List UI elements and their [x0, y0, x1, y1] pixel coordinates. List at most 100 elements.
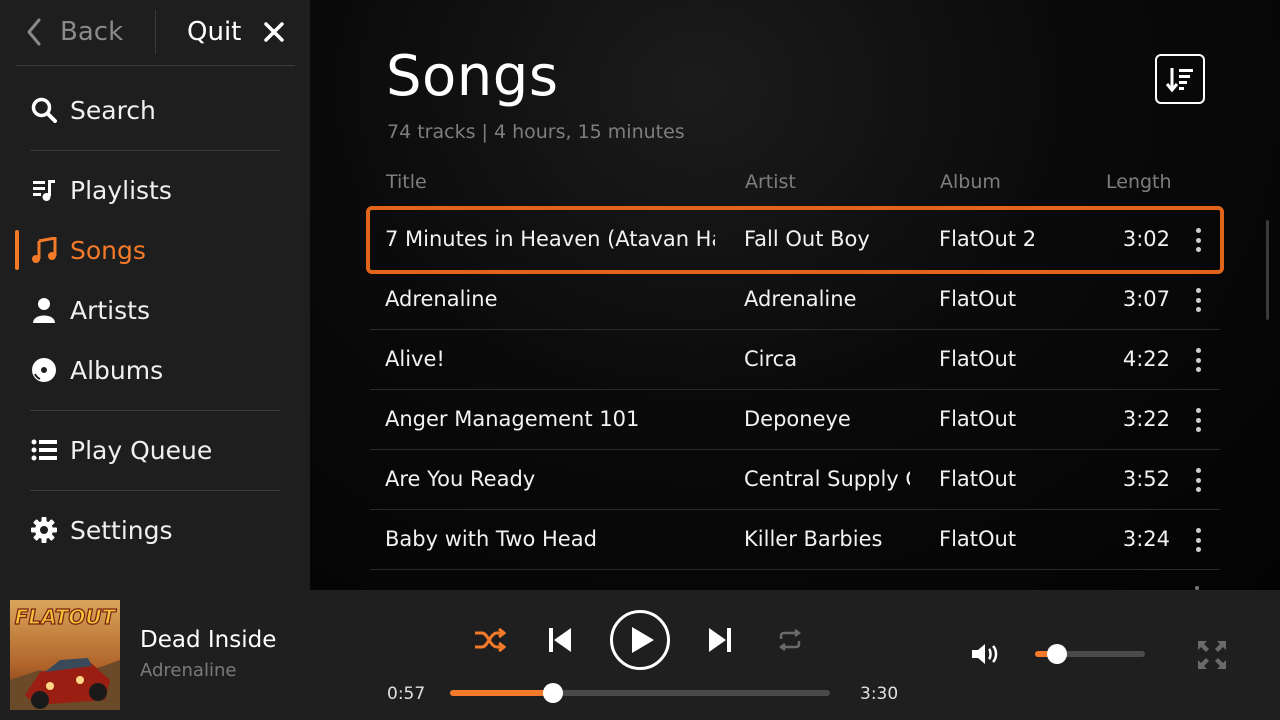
song-artist: Adrenaline — [744, 287, 857, 311]
back-label: Back — [60, 17, 124, 47]
now-playing-title: Dead Inside — [140, 627, 277, 653]
song-artist: Deponeye — [744, 407, 851, 431]
nav-label-songs: Songs — [70, 235, 146, 265]
seek-bar-fill — [450, 690, 553, 696]
songs-panel: Songs 74 tracks | 4 hours, 15 minutes Ti… — [310, 0, 1280, 590]
player-bar: FLATOUT Dead Inside Adrenaline 0:57 3:30 — [0, 590, 1280, 720]
nav-item-playlists[interactable]: Playlists — [0, 162, 310, 218]
sort-button[interactable] — [1155, 54, 1205, 104]
expand-icon — [1198, 641, 1226, 669]
column-header-length[interactable]: Length — [1106, 171, 1172, 193]
song-title: Anger Management 101 — [385, 407, 640, 431]
table-row[interactable]: 7 Minutes in Heaven (Atavan Halen) Fall … — [366, 206, 1224, 274]
table-row[interactable]: Baby with Two Head Killer Barbies FlatOu… — [370, 510, 1220, 570]
repeat-icon — [778, 629, 802, 651]
seek-bar-thumb[interactable] — [543, 683, 563, 703]
playlist-icon — [30, 176, 58, 204]
skip-next-icon — [709, 628, 731, 652]
nav-item-artists[interactable]: Artists — [0, 282, 310, 338]
total-time: 3:30 — [860, 684, 899, 704]
volume-icon — [972, 644, 998, 664]
nav-item-settings[interactable]: Settings — [0, 502, 310, 558]
more-options-icon[interactable] — [1195, 288, 1201, 312]
gear-icon — [30, 516, 58, 544]
song-album: FlatOut — [939, 347, 1017, 371]
column-header-title[interactable]: Title — [386, 171, 427, 193]
shuffle-button[interactable] — [472, 624, 508, 656]
quit-button[interactable]: Quit — [187, 0, 285, 64]
next-button[interactable] — [705, 624, 735, 656]
more-options-icon[interactable] — [1195, 468, 1201, 492]
volume-slider-thumb[interactable] — [1047, 644, 1067, 664]
close-icon — [264, 22, 285, 42]
song-album: FlatOut — [939, 467, 1017, 491]
column-header-artist[interactable]: Artist — [745, 171, 796, 193]
play-button[interactable] — [610, 610, 670, 670]
song-title: Baby with Two Head — [385, 527, 597, 551]
table-row[interactable]: Adrenaline Adrenaline FlatOut 3:07 — [370, 270, 1220, 330]
nav-label-play-queue: Play Queue — [70, 435, 213, 465]
more-options-icon[interactable] — [1195, 228, 1201, 252]
song-length: 3:52 — [1122, 467, 1170, 491]
song-length: 3:02 — [1122, 227, 1170, 251]
search-icon — [30, 96, 58, 124]
seek-bar[interactable] — [450, 683, 830, 703]
nav-label-search: Search — [70, 95, 156, 125]
elapsed-time: 0:57 — [387, 684, 426, 704]
table-row[interactable]: Alive! Circa FlatOut 4:22 — [370, 330, 1220, 390]
sidebar-topbar: Back Quit — [16, 0, 295, 66]
song-length: 3:07 — [1122, 287, 1170, 311]
album-art-logo: FLATOUT — [15, 605, 117, 629]
page-subtitle: 74 tracks | 4 hours, 15 minutes — [387, 121, 685, 143]
more-options-icon[interactable] — [1195, 348, 1201, 372]
more-options-icon[interactable] — [1195, 528, 1201, 552]
nav-divider — [30, 150, 280, 151]
volume-slider[interactable] — [1035, 644, 1145, 664]
more-options-icon[interactable] — [1195, 408, 1201, 432]
nav-label-albums: Albums — [70, 355, 164, 385]
song-title: Alive! — [385, 347, 445, 371]
nav-label-artists: Artists — [70, 295, 150, 325]
quit-label: Quit — [187, 17, 242, 47]
nav-item-songs[interactable]: Songs — [0, 222, 310, 278]
nav-divider — [30, 410, 280, 411]
song-artist: Killer Barbies — [744, 527, 883, 551]
volume-button[interactable] — [968, 638, 1004, 670]
page-title: Songs — [386, 44, 559, 109]
fullscreen-button[interactable] — [1195, 638, 1229, 672]
song-length: 4:22 — [1122, 347, 1170, 371]
back-button[interactable]: Back — [26, 0, 123, 64]
chevron-left-icon — [27, 18, 41, 46]
skip-previous-icon — [549, 628, 571, 652]
song-title: Are You Ready — [385, 467, 536, 491]
nav-divider — [30, 490, 280, 491]
shuffle-icon — [475, 628, 506, 652]
song-artist: Circa — [744, 347, 798, 371]
song-album: FlatOut 2 — [939, 227, 1037, 251]
now-playing-artist: Adrenaline — [140, 660, 237, 681]
nav-item-play-queue[interactable]: Play Queue — [0, 422, 310, 478]
song-album: FlatOut — [939, 407, 1017, 431]
song-title: Adrenaline — [385, 287, 498, 311]
nav-label-playlists: Playlists — [70, 175, 172, 205]
topbar-divider — [155, 10, 156, 54]
song-album: FlatOut — [939, 287, 1017, 311]
user-icon — [30, 296, 58, 324]
nav-item-albums[interactable]: Albums — [0, 342, 310, 398]
sidebar: Back Quit Search Playlists Songs Artists — [0, 0, 310, 590]
song-artist: Central Supply C — [744, 467, 910, 491]
album-art: FLATOUT — [10, 600, 120, 710]
previous-button[interactable] — [545, 624, 575, 656]
song-title: 7 Minutes in Heaven (Atavan Halen) — [385, 227, 715, 251]
list-icon — [30, 436, 58, 464]
music-note-icon — [30, 236, 58, 264]
repeat-button[interactable] — [776, 626, 804, 654]
sort-icon — [1166, 68, 1193, 93]
column-header-album[interactable]: Album — [940, 171, 1001, 193]
list-scrollbar[interactable] — [1266, 220, 1269, 320]
disc-icon — [30, 356, 58, 384]
table-row[interactable]: Anger Management 101 Deponeye FlatOut 3:… — [370, 390, 1220, 450]
song-album: FlatOut — [939, 527, 1017, 551]
nav-item-search[interactable]: Search — [0, 82, 310, 138]
table-row[interactable]: Are You Ready Central Supply C FlatOut 3… — [370, 450, 1220, 510]
